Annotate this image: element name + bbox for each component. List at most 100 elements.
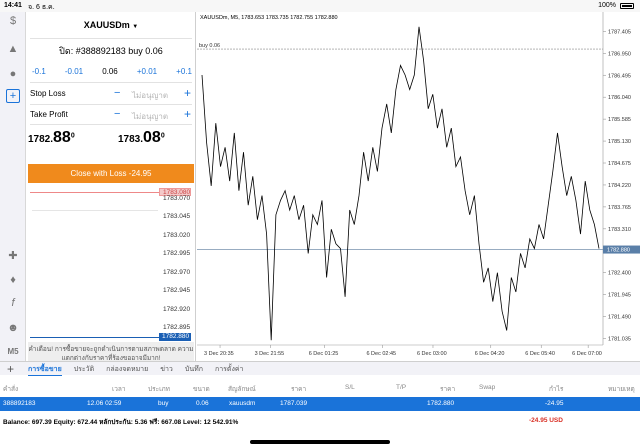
tab-settings[interactable]: การตั้งค่า <box>215 364 244 376</box>
dom-line <box>32 210 158 211</box>
stop-loss-row: Stop Loss − ไม่อนุญาต + <box>30 86 192 102</box>
divider <box>30 82 192 83</box>
take-profit-minus-button[interactable]: − <box>114 108 120 120</box>
x-tick-label: 6 Dec 01:25 <box>309 351 339 357</box>
y-tick-label: 1781.490 <box>608 315 631 321</box>
crosshair-icon[interactable]: ✚ <box>6 248 20 262</box>
new-order-icon[interactable]: + <box>6 89 20 103</box>
col-swap: Swap <box>479 384 496 391</box>
dom-price: 1782.895 <box>163 324 191 331</box>
chart-svg[interactable]: 1787.405 1786.950 1786.495 1786.040 1785.585… <box>197 12 640 361</box>
step-plus-001[interactable]: +0.01 <box>137 67 157 76</box>
buy-level-label: buy 0.06 <box>199 43 220 49</box>
indicators-icon[interactable]: ♦ <box>6 273 20 287</box>
dom-price: 1782.945 <box>163 287 191 294</box>
x-tick-label: 6 Dec 03:00 <box>417 351 447 357</box>
y-tick-label: 1785.130 <box>608 139 631 145</box>
toolbox-tabs-bar: + การซื้อขาย ประวัติ กล่องจดหมาย ข่าว บั… <box>0 361 640 376</box>
step-minus-01[interactable]: -0.1 <box>32 67 46 76</box>
symbol-name: XAUUSDm <box>83 20 130 30</box>
col-tp: T/P <box>396 384 407 391</box>
trade-icon[interactable]: ▲ <box>6 42 20 56</box>
cell-current-price: 1782.880 <box>427 400 455 407</box>
bid-big: 88 <box>53 129 71 146</box>
y-tick-label: 1786.495 <box>608 73 631 79</box>
take-profit-plus-button[interactable]: + <box>184 107 191 121</box>
order-panel: XAUUSDm ▼ ปิด: #388892183 buy 0.06 -0.1 … <box>26 12 196 366</box>
balance-row: Balance: 697.39 Equity: 672.44 หลักประกั… <box>0 414 640 428</box>
symbol-selector[interactable]: XAUUSDm ▼ <box>26 20 196 30</box>
toolbox-tabs: การซื้อขาย ประวัติ กล่องจดหมาย ข่าว บันท… <box>28 364 243 376</box>
users-icon[interactable]: ☻ <box>6 321 20 335</box>
step-plus-01[interactable]: +0.1 <box>176 67 192 76</box>
stop-loss-label: Stop Loss <box>30 89 66 98</box>
col-current-price: ราคา <box>440 386 456 393</box>
quotes-icon[interactable]: $ <box>6 14 20 28</box>
order-title: ปิด: #388892183 buy 0.06 <box>59 46 163 56</box>
cell-type: buy <box>158 400 169 407</box>
take-profit-label: Take Profit <box>30 110 68 119</box>
cell-profit: -24.95 <box>545 400 564 407</box>
bid-sup: 0 <box>70 132 75 140</box>
price-chart[interactable]: 1787.405 1786.950 1786.495 1786.040 1785.585… <box>197 12 640 361</box>
divider <box>30 38 192 39</box>
balance-text: Balance: 697.39 Equity: 672.44 หลักประกั… <box>3 419 239 426</box>
chevron-down-icon: ▼ <box>132 24 139 30</box>
dom-price: 1783.020 <box>163 232 191 239</box>
col-order: คำสั่ง <box>3 386 19 393</box>
tab-mailbox[interactable]: กล่องจดหมาย <box>106 364 148 376</box>
close-with-loss-button[interactable]: Close with Loss -24.95 <box>28 164 194 183</box>
dom-price: 1782.920 <box>163 306 191 313</box>
timeframe-button[interactable]: M5 <box>6 344 20 358</box>
chat-icon[interactable]: ● <box>6 67 20 81</box>
home-indicator[interactable] <box>250 440 390 444</box>
ask-line <box>30 192 159 193</box>
tab-history[interactable]: ประวัติ <box>74 364 94 376</box>
ask-lead: 1783. <box>118 134 144 145</box>
x-tick-label: 3 Dec 20:35 <box>204 351 234 357</box>
cell-symbol: xauusdm <box>229 400 256 407</box>
bid-price: 1782.880 <box>28 129 75 147</box>
stop-loss-minus-button[interactable]: − <box>114 87 120 99</box>
status-right: 100% <box>598 2 634 9</box>
col-price: ราคา <box>291 386 307 393</box>
left-toolbar: $ ▲ ● + ✚ ♦ f ☻ M5 <box>0 12 26 361</box>
y-tick-label: 1785.585 <box>608 117 631 123</box>
y-tick-label: 1784.220 <box>608 183 631 189</box>
volume-value[interactable]: 0.06 <box>102 67 118 76</box>
bid-lead: 1782. <box>28 134 54 145</box>
col-time: เวลา <box>112 386 126 393</box>
add-icon[interactable]: + <box>7 362 14 376</box>
stop-loss-plus-button[interactable]: + <box>184 86 191 100</box>
tab-journal[interactable]: บันทึก <box>185 364 203 376</box>
objects-icon[interactable]: f <box>6 296 20 310</box>
dom-bid-tag: 1782.880 <box>159 333 191 341</box>
stop-loss-field[interactable]: ไม่อนุญาต <box>132 89 168 102</box>
y-tick-label: 1787.405 <box>608 29 631 35</box>
y-tick-label: 1784.675 <box>608 161 631 167</box>
y-tick-label: 1783.310 <box>608 227 631 233</box>
y-tick-label: 1782.400 <box>608 271 631 277</box>
volume-stepper: -0.1 -0.01 0.06 +0.01 +0.1 <box>32 67 192 76</box>
col-sl: S/L <box>345 384 355 391</box>
col-volume: ขนาด <box>193 386 210 393</box>
y-tick-label: 1783.765 <box>608 205 631 211</box>
take-profit-field[interactable]: ไม่อนุญาต <box>132 110 168 123</box>
clock: 14:41 <box>4 2 22 9</box>
current-price-tag-label: 1782.880 <box>607 248 630 254</box>
depth-of-market: 1783.080 1783.070 1783.045 1783.020 1782… <box>26 184 196 341</box>
ask-price: 1783.080 <box>118 129 165 147</box>
tab-trade[interactable]: การซื้อขาย <box>28 364 62 376</box>
step-minus-001[interactable]: -0.01 <box>65 67 83 76</box>
chart-info: XAUUSDm, M5, 1783.653 1783.735 1782.755 … <box>200 15 338 21</box>
dom-price: 1782.970 <box>163 269 191 276</box>
y-tick-label: 1781.035 <box>608 336 631 342</box>
battery-percent: 100% <box>598 2 616 9</box>
cell-volume: 0.06 <box>196 400 209 407</box>
x-tick-label: 6 Dec 04:20 <box>475 351 505 357</box>
table-row[interactable]: 388892183 12.06 02:59 buy 0.06 xauusdm 1… <box>0 397 640 411</box>
x-tick-label: 6 Dec 02:45 <box>366 351 396 357</box>
cell-time: 12.06 02:59 <box>87 400 122 407</box>
tab-news[interactable]: ข่าว <box>160 364 173 376</box>
x-tick-label: 3 Dec 21:55 <box>255 351 285 357</box>
